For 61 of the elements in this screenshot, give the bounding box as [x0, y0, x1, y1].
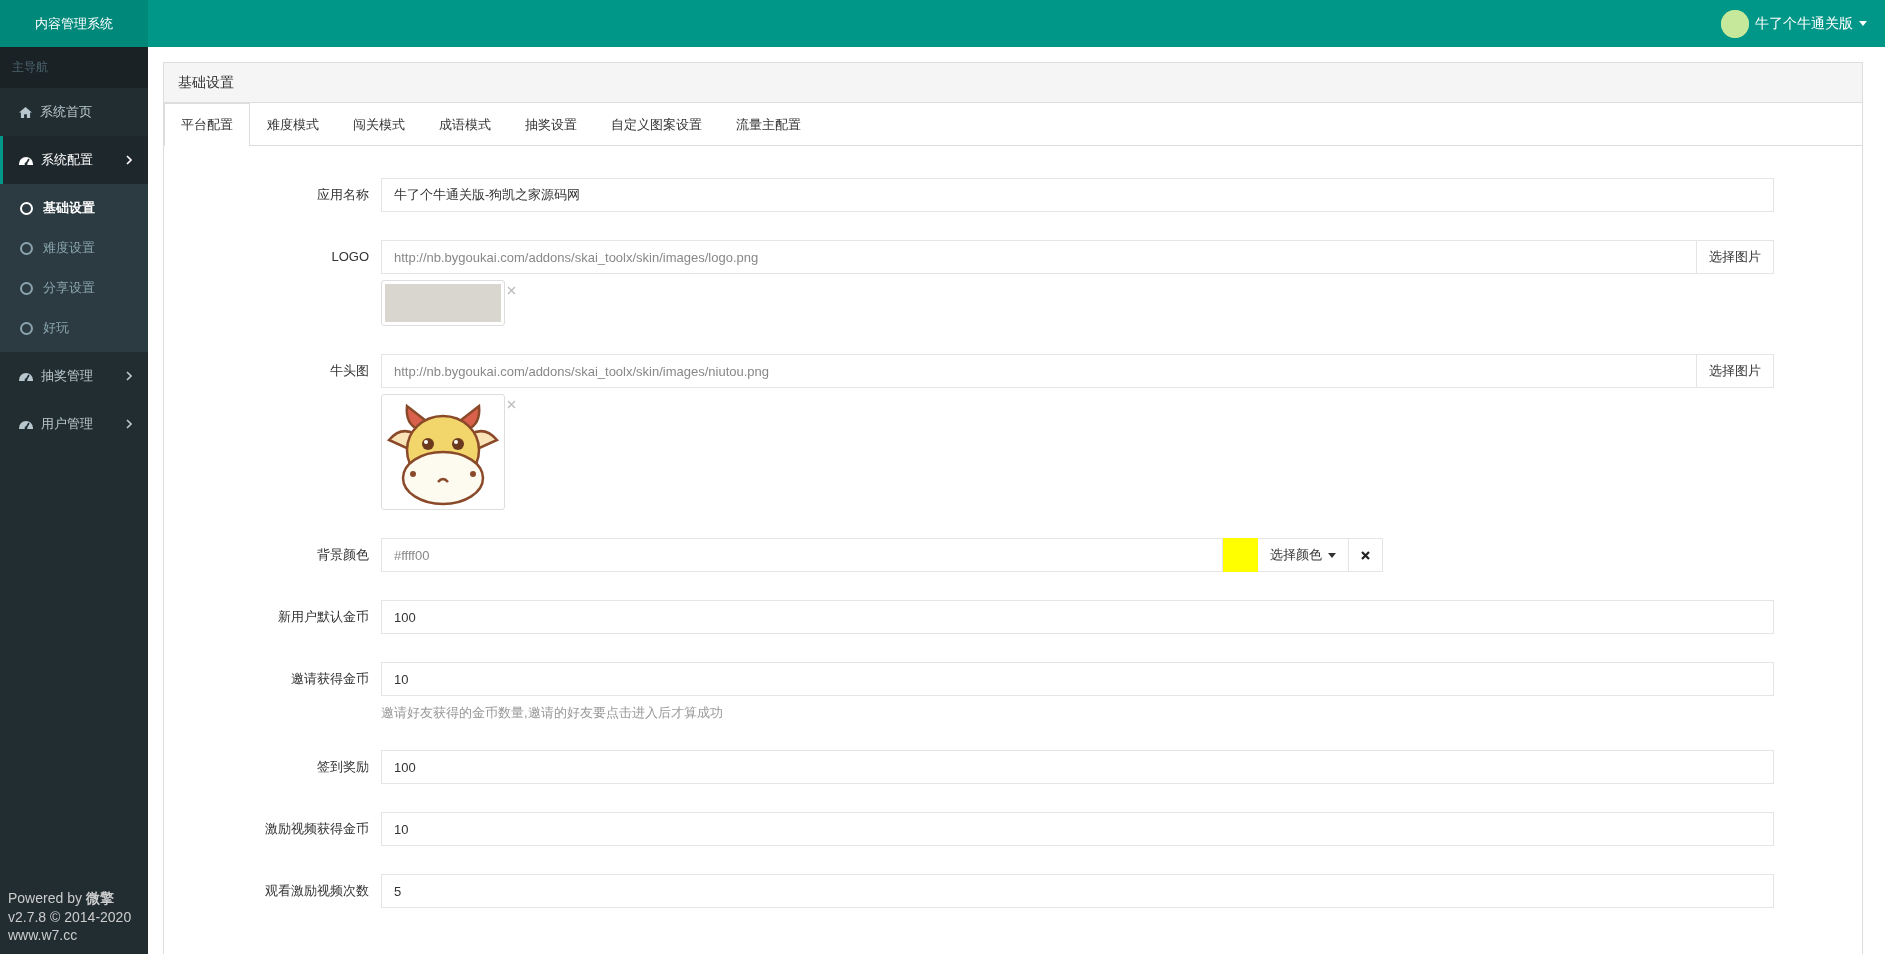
nav-section-label: 主导航: [0, 47, 148, 88]
tab[interactable]: 难度模式: [250, 103, 336, 146]
gauge-icon: [19, 371, 33, 381]
caret-icon[interactable]: [1859, 21, 1867, 26]
field-label: 背景颜色: [317, 546, 369, 564]
chevron-icon: [126, 371, 132, 381]
field-label: LOGO: [331, 248, 369, 266]
input-field[interactable]: 100: [381, 600, 1774, 634]
field-label: 观看激励视频次数: [265, 882, 369, 900]
user-name[interactable]: 牛了个牛通关版: [1755, 14, 1853, 33]
field-label: 激励视频获得金币: [265, 820, 369, 838]
field-label: 邀请获得金币: [291, 670, 369, 688]
circle-icon: [20, 241, 33, 255]
remove-icon[interactable]: [507, 286, 516, 295]
field-label: 签到奖励: [317, 758, 369, 776]
chevron-icon: [126, 155, 132, 165]
tab[interactable]: 成语模式: [422, 103, 508, 146]
avatar-icon: [1721, 9, 1749, 38]
tab[interactable]: 平台配置: [164, 103, 250, 146]
sidebar-item[interactable]: 用户管理: [0, 400, 148, 448]
input-field[interactable]: 5: [381, 874, 1774, 908]
sidebar-item[interactable]: 系统首页: [0, 88, 148, 136]
home-icon: [19, 106, 32, 118]
app-title: 内容管理系统: [0, 0, 148, 47]
help-text: 邀请好友获得的金币数量,邀请的好友要点击进入后才算成功: [381, 704, 724, 722]
gauge-icon: [19, 155, 33, 165]
circle-icon: [20, 201, 33, 215]
tab[interactable]: 流量主配置: [719, 103, 818, 146]
sidebar-item[interactable]: 系统配置: [0, 136, 148, 184]
chevron-icon: [126, 419, 132, 429]
remove-icon[interactable]: [507, 400, 516, 409]
tab[interactable]: 抽奖设置: [508, 103, 594, 146]
field-label: 新用户默认金币: [278, 608, 369, 626]
choose-color-button[interactable]: 选择颜色: [1258, 538, 1349, 572]
input-field[interactable]: 10: [381, 812, 1774, 846]
tab[interactable]: 闯关模式: [336, 103, 422, 146]
close-icon: [1361, 550, 1370, 560]
tab[interactable]: 自定义图案设置: [594, 103, 719, 146]
footer-text: Powered by 微擎 v2.7.8 © 2014-2020 www.w7.cc: [7, 889, 133, 945]
sidebar-subitem[interactable]: 好玩: [0, 308, 148, 348]
caret-icon: [1328, 552, 1336, 558]
sidebar-subitem[interactable]: 难度设置: [0, 228, 148, 268]
input-field[interactable]: 牛了个牛通关版-狗凯之家源码网: [381, 178, 1774, 212]
circle-icon: [20, 281, 33, 295]
panel-title: 基础设置: [164, 63, 1862, 103]
choose-image-button[interactable]: 选择图片: [1697, 240, 1774, 274]
choose-image-button[interactable]: 选择图片: [1697, 354, 1774, 388]
gauge-icon: [19, 419, 33, 429]
field-label: 牛头图: [330, 362, 369, 380]
input-field[interactable]: 10: [381, 662, 1774, 696]
input-field[interactable]: #ffff00: [381, 538, 1223, 572]
clear-button[interactable]: [1349, 538, 1383, 572]
input-field[interactable]: 100: [381, 750, 1774, 784]
color-swatch[interactable]: [1223, 538, 1258, 572]
input-field[interactable]: http://nb.bygoukai.com/addons/skai_toolx/skin/images/niutou.png: [381, 354, 1697, 388]
circle-icon: [20, 321, 33, 335]
sidebar-subitem[interactable]: 分享设置: [0, 268, 148, 308]
sidebar-item[interactable]: 抽奖管理: [0, 352, 148, 400]
sidebar-subitem[interactable]: 基础设置: [0, 188, 148, 228]
input-field[interactable]: http://nb.bygoukai.com/addons/skai_toolx/skin/images/logo.png: [381, 240, 1697, 274]
field-label: 应用名称: [317, 186, 369, 204]
